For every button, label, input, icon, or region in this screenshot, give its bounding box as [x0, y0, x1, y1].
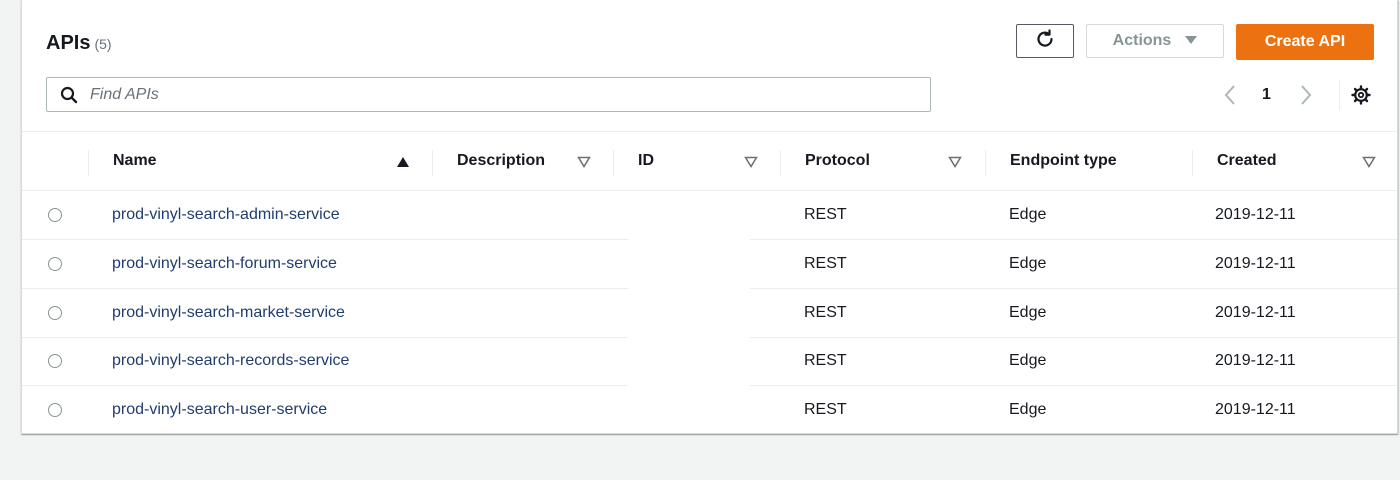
refresh-icon — [1034, 28, 1056, 55]
table-row[interactable]: prod-vinyl-search-forum-service REST Edg… — [22, 240, 1397, 289]
pager-divider — [1339, 80, 1340, 110]
row-select-radio[interactable] — [48, 208, 62, 222]
create-api-label: Create API — [1264, 33, 1346, 50]
sort-icon[interactable] — [577, 155, 591, 173]
table-header: Name Description ID Protocol Endpoint ty… — [22, 131, 1397, 191]
api-protocol: REST — [804, 206, 847, 223]
sort-icon[interactable] — [948, 155, 962, 173]
search-input[interactable] — [88, 84, 892, 105]
column-header-endpoint-type[interactable]: Endpoint type — [1010, 132, 1117, 190]
current-page-number[interactable]: 1 — [1262, 86, 1271, 104]
actions-dropdown-button[interactable]: Actions — [1086, 24, 1224, 58]
api-endpoint-type: Edge — [1009, 352, 1047, 369]
api-name-link[interactable]: prod-vinyl-search-admin-service — [112, 206, 340, 224]
api-protocol: REST — [804, 352, 847, 369]
column-divider — [432, 150, 433, 176]
api-name-link[interactable]: prod-vinyl-search-records-service — [112, 352, 349, 370]
api-name-link[interactable]: prod-vinyl-search-user-service — [112, 401, 327, 419]
column-divider — [985, 150, 986, 176]
page-title: APIs (5) — [46, 32, 112, 55]
api-created-date: 2019-12-11 — [1215, 206, 1296, 223]
api-protocol: REST — [804, 255, 847, 272]
api-name-link[interactable]: prod-vinyl-search-market-service — [112, 304, 345, 322]
table-row[interactable]: prod-vinyl-search-market-service REST Ed… — [22, 289, 1397, 338]
next-page-icon[interactable] — [1298, 84, 1314, 111]
api-created-date: 2019-12-11 — [1215, 255, 1296, 272]
column-header-description[interactable]: Description — [457, 132, 545, 190]
api-endpoint-type: Edge — [1009, 401, 1047, 418]
column-header-id[interactable]: ID — [638, 132, 654, 190]
sort-ascending-icon[interactable] — [396, 155, 410, 173]
row-select-radio[interactable] — [48, 403, 62, 417]
column-divider — [780, 150, 781, 176]
search-icon — [60, 86, 78, 104]
api-endpoint-type: Edge — [1009, 304, 1047, 321]
row-select-radio[interactable] — [48, 257, 62, 271]
previous-page-icon[interactable] — [1222, 84, 1238, 111]
row-select-radio[interactable] — [48, 354, 62, 368]
column-header-created[interactable]: Created — [1217, 132, 1277, 190]
table-row[interactable]: prod-vinyl-search-records-service REST E… — [22, 337, 1397, 386]
table-row[interactable]: prod-vinyl-search-user-service REST Edge… — [22, 386, 1397, 435]
caret-down-icon — [1185, 32, 1198, 50]
create-api-button[interactable]: Create API — [1236, 24, 1374, 60]
api-name-link[interactable]: prod-vinyl-search-forum-service — [112, 255, 337, 273]
api-created-date: 2019-12-11 — [1215, 401, 1296, 418]
sort-icon[interactable] — [1362, 155, 1376, 173]
api-created-date: 2019-12-11 — [1215, 304, 1296, 321]
refresh-button[interactable] — [1016, 24, 1074, 58]
table-row[interactable]: prod-vinyl-search-admin-service REST Edg… — [22, 191, 1397, 240]
api-endpoint-type: Edge — [1009, 206, 1047, 223]
column-divider — [1192, 150, 1193, 176]
api-endpoint-type: Edge — [1009, 255, 1047, 272]
settings-gear-icon[interactable] — [1350, 84, 1372, 111]
api-count: (5) — [94, 36, 112, 52]
api-created-date: 2019-12-11 — [1215, 352, 1296, 369]
row-select-radio[interactable] — [48, 306, 62, 320]
api-protocol: REST — [804, 401, 847, 418]
apis-panel: APIs(5) Actions Create API 1 — [21, 0, 1398, 434]
column-divider — [613, 150, 614, 176]
title-text: APIs — [46, 32, 91, 54]
column-divider — [88, 150, 89, 176]
column-header-name[interactable]: Name — [113, 132, 157, 190]
sort-icon[interactable] — [744, 155, 758, 173]
column-header-protocol[interactable]: Protocol — [805, 132, 870, 190]
api-protocol: REST — [804, 304, 847, 321]
actions-label: Actions — [1112, 32, 1172, 49]
search-box — [46, 77, 931, 112]
